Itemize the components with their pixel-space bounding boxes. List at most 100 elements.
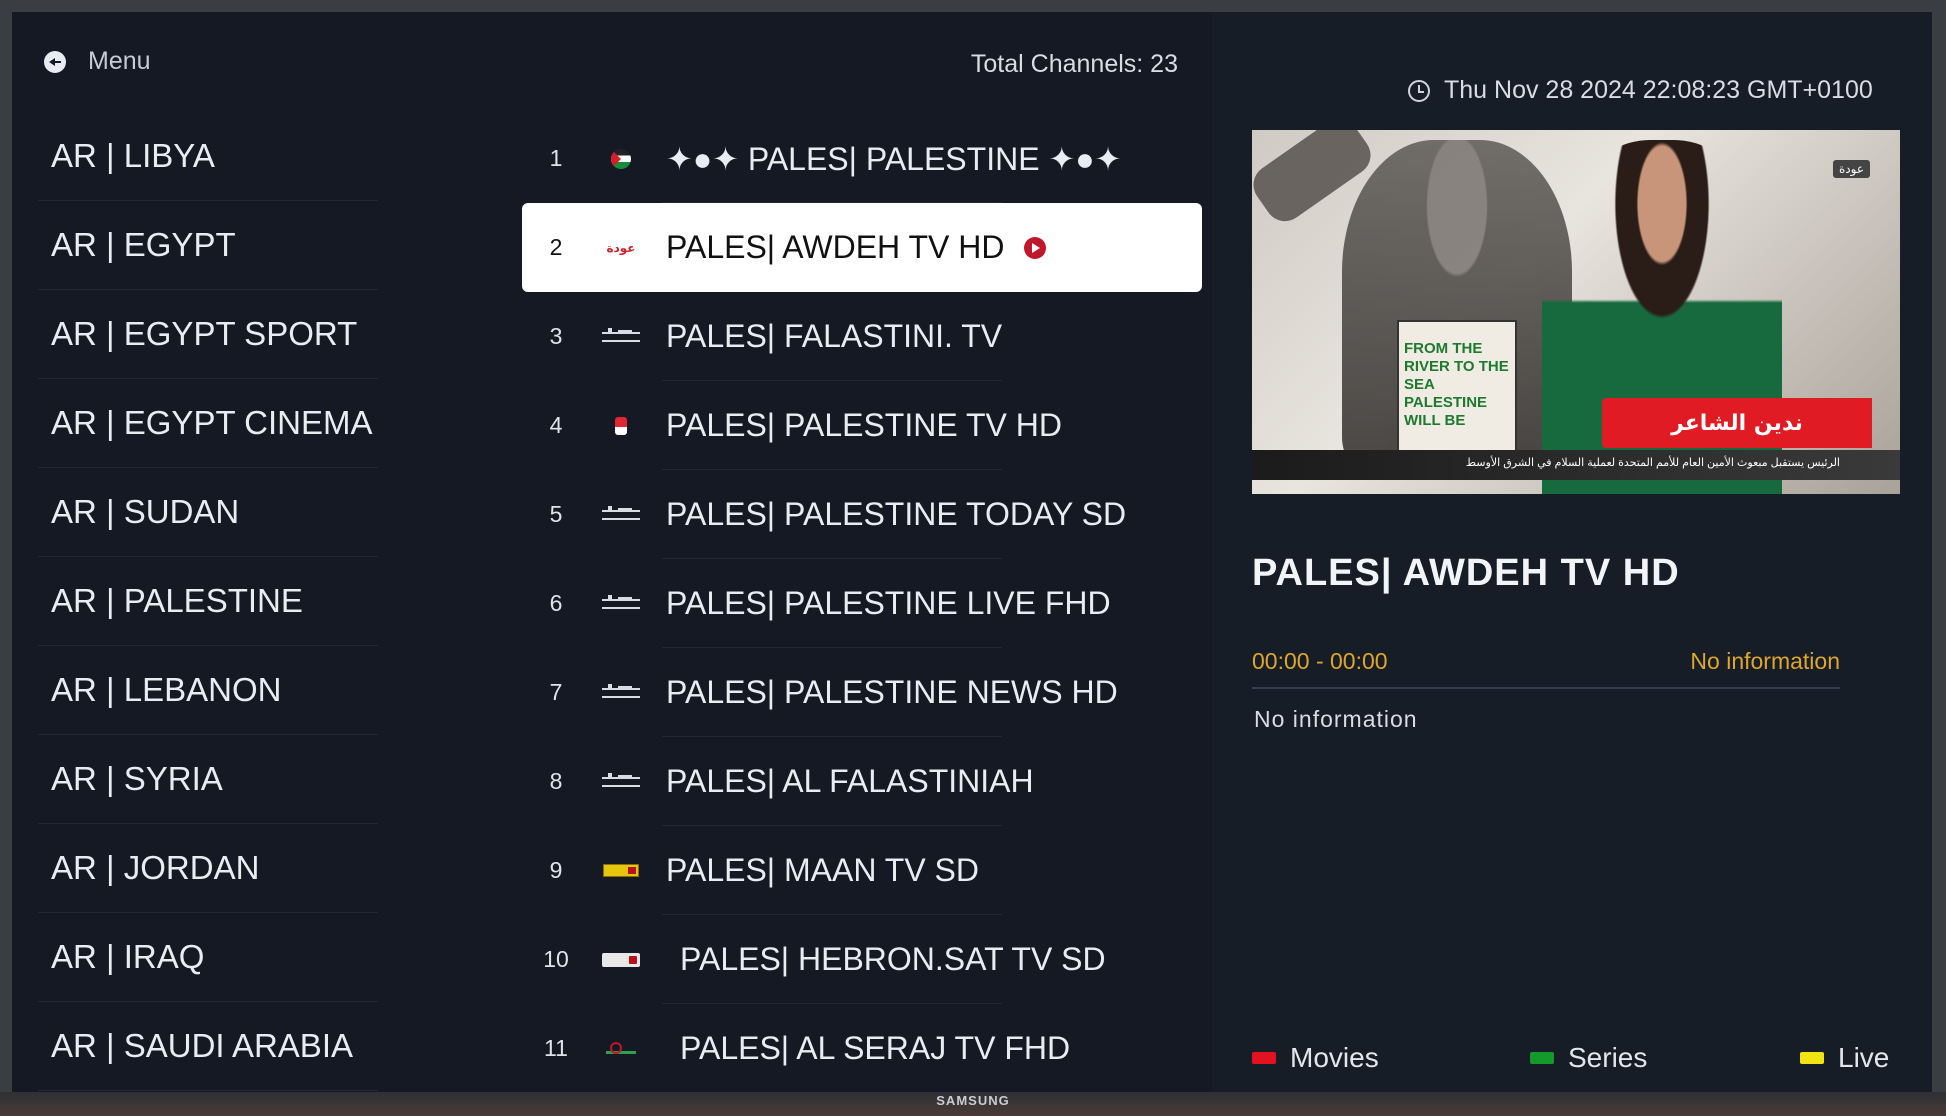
category-item[interactable]: AR | PALESTINE xyxy=(38,557,378,646)
channel-item[interactable]: 4 PALES| PALESTINE TV HD xyxy=(522,381,1202,470)
datetime: Thu Nov 28 2024 22:08:23 GMT+0100 xyxy=(1444,76,1873,104)
category-item[interactable]: AR | JORDAN xyxy=(38,824,378,913)
epg-title: No information xyxy=(1690,648,1840,674)
channel-title: PALES| AWDEH TV HD xyxy=(1252,552,1680,594)
category-item[interactable]: AR | EGYPT CINEMA xyxy=(38,379,378,468)
category-item[interactable]: AR | EGYPT xyxy=(38,201,378,290)
legend-label: Live xyxy=(1838,1042,1890,1073)
channel-name: PALES| AL SERAJ TV FHD xyxy=(680,1030,1071,1066)
seraj-logo xyxy=(590,1037,652,1061)
channel-number: 11 xyxy=(544,1035,568,1061)
clock: Thu Nov 28 2024 22:08:23 GMT+0100 xyxy=(1408,76,1873,105)
category-item[interactable]: AR | SAUDI ARABIA xyxy=(38,1002,378,1091)
hebron-logo xyxy=(590,948,652,972)
channel-name: PALES| PALESTINE LIVE FHD xyxy=(666,585,1111,621)
channel-item[interactable]: 8 PALES| AL FALASTINIAH xyxy=(522,737,1202,826)
channel-number: 4 xyxy=(549,412,563,438)
hebron-logo-mark xyxy=(602,952,640,967)
channel-number: 3 xyxy=(549,323,563,349)
movies-color-swatch xyxy=(1252,1052,1276,1064)
total-channels: Total Channels: 23 xyxy=(970,50,1178,78)
channel-item-selected[interactable]: 2 عودة PALES| AWDEH TV HD xyxy=(522,203,1202,292)
channel-item[interactable]: 9 PALES| MAAN TV SD xyxy=(522,826,1202,915)
channel-name: PALES| FALASTINI. TV xyxy=(666,318,1003,354)
detail-panel: Thu Nov 28 2024 22:08:23 GMT+0100 FROM T… xyxy=(1212,12,1932,1092)
falastini-logo-mark xyxy=(602,327,640,342)
series-color-swatch xyxy=(1530,1052,1554,1064)
channel-number: 2 xyxy=(549,234,563,260)
falastini-logo-mark xyxy=(602,683,640,698)
screen: Menu AR | LIBYA AR | EGYPT AR | EGYPT SPOR… xyxy=(12,12,1932,1092)
epg-description: No information xyxy=(1254,706,1418,732)
palestine-tv-logo-mark xyxy=(615,416,627,435)
category-item[interactable]: AR | EGYPT SPORT xyxy=(38,290,378,379)
falastini-logo xyxy=(590,325,652,349)
back-arrow-icon xyxy=(44,50,66,73)
clock-icon xyxy=(1408,79,1430,102)
falastini-logo-mark xyxy=(602,772,640,787)
channel-number: 6 xyxy=(549,590,563,616)
channel-name: PALES| AWDEH TV HD xyxy=(666,229,1005,265)
legend-movies-button[interactable]: Movies xyxy=(1252,1042,1379,1074)
channel-item[interactable]: 7 PALES| PALESTINE NEWS HD xyxy=(522,648,1202,737)
preview-sign-text: FROM THE RIVER TO THE SEA PALESTINE WILL… xyxy=(1404,340,1509,429)
channel-number: 9 xyxy=(549,857,563,883)
falastini-logo xyxy=(590,681,652,705)
epg-row: 00:00 - 00:00 No information xyxy=(1252,648,1840,689)
palestine-flag-icon xyxy=(590,147,652,171)
channel-name: ✦●✦ PALES| PALESTINE ✦●✦ xyxy=(666,140,1122,177)
palestine-flag-icon-mark xyxy=(611,148,631,169)
channel-item[interactable]: 6 PALES| PALESTINE LIVE FHD xyxy=(522,559,1202,648)
category-item[interactable]: AR | LIBYA xyxy=(38,112,378,201)
legend-label: Movies xyxy=(1290,1042,1379,1073)
falastini-logo xyxy=(590,503,652,527)
channel-number: 8 xyxy=(549,768,563,794)
palestine-tv-logo xyxy=(590,414,652,438)
channel-list: 1 ✦●✦ PALES| PALESTINE ✦●✦ 2 عودة PALES| AWD… xyxy=(522,114,1202,1092)
legend-live-button[interactable]: Live xyxy=(1800,1042,1889,1074)
play-icon[interactable] xyxy=(1024,236,1047,259)
channel-item[interactable]: 11 PALES| AL SERAJ TV FHD xyxy=(522,1004,1202,1092)
channel-item[interactable]: 3 PALES| FALASTINI. TV xyxy=(522,292,1202,381)
channel-name: PALES| AL FALASTINIAH xyxy=(666,763,1034,799)
channel-name: PALES| MAAN TV SD xyxy=(666,852,979,888)
video-preview[interactable]: FROM THE RIVER TO THE SEA PALESTINE WILL… xyxy=(1252,130,1900,494)
channel-name: PALES| HEBRON.SAT TV SD xyxy=(680,941,1106,977)
legend-series-button[interactable]: Series xyxy=(1530,1042,1647,1074)
channel-name: PALES| PALESTINE TV HD xyxy=(666,407,1062,443)
category-panel: Menu AR | LIBYA AR | EGYPT AR | EGYPT SPOR… xyxy=(12,12,512,1092)
preview-ticker: الرئيس يستقبل مبعوث الأمين العام للأمم ا… xyxy=(1465,457,1840,469)
channel-panel: Total Channels: 23 1 ✦●✦ PALES| PALESTINE… xyxy=(512,12,1212,1092)
category-item[interactable]: AR | SUDAN xyxy=(38,468,378,557)
falastini-logo-mark xyxy=(602,505,640,520)
maan-logo-mark xyxy=(603,864,639,877)
epg-time: 00:00 - 00:00 xyxy=(1252,648,1388,674)
maan-logo xyxy=(590,859,652,883)
channel-name: PALES| PALESTINE NEWS HD xyxy=(666,674,1118,710)
channel-number: 1 xyxy=(549,145,563,171)
channel-number: 7 xyxy=(549,679,563,705)
channel-item[interactable]: 10 PALES| HEBRON.SAT TV SD xyxy=(522,915,1202,1004)
falastini-logo-mark xyxy=(602,594,640,609)
preview-channel-watermark: عودة xyxy=(1833,160,1870,178)
seraj-logo-mark xyxy=(606,1041,636,1054)
category-item[interactable]: AR | SYRIA xyxy=(38,735,378,824)
falastini-logo xyxy=(590,770,652,794)
channel-number: 10 xyxy=(543,946,569,972)
category-item[interactable]: AR | IRAQ xyxy=(38,913,378,1002)
channel-item[interactable]: 1 ✦●✦ PALES| PALESTINE ✦●✦ xyxy=(522,114,1202,203)
category-list: AR | LIBYA AR | EGYPT AR | EGYPT SPORT AR |… xyxy=(38,112,378,1091)
channel-item[interactable]: 5 PALES| PALESTINE TODAY SD xyxy=(522,470,1202,559)
falastini-logo xyxy=(590,592,652,616)
channel-name: PALES| PALESTINE TODAY SD xyxy=(666,496,1127,532)
menu-label: Menu xyxy=(88,47,151,75)
tv-brand-logo: SAMSUNG xyxy=(936,1093,1010,1108)
preview-name-banner: ندين الشاعر xyxy=(1602,398,1872,448)
awdeh-logo: عودة xyxy=(590,236,652,260)
awdeh-logo-mark: عودة xyxy=(606,240,636,255)
live-color-swatch xyxy=(1800,1052,1824,1064)
menu-button[interactable]: Menu xyxy=(44,47,151,76)
category-item[interactable]: AR | LEBANON xyxy=(38,646,378,735)
legend-label: Series xyxy=(1568,1042,1648,1073)
channel-number: 5 xyxy=(549,501,563,527)
